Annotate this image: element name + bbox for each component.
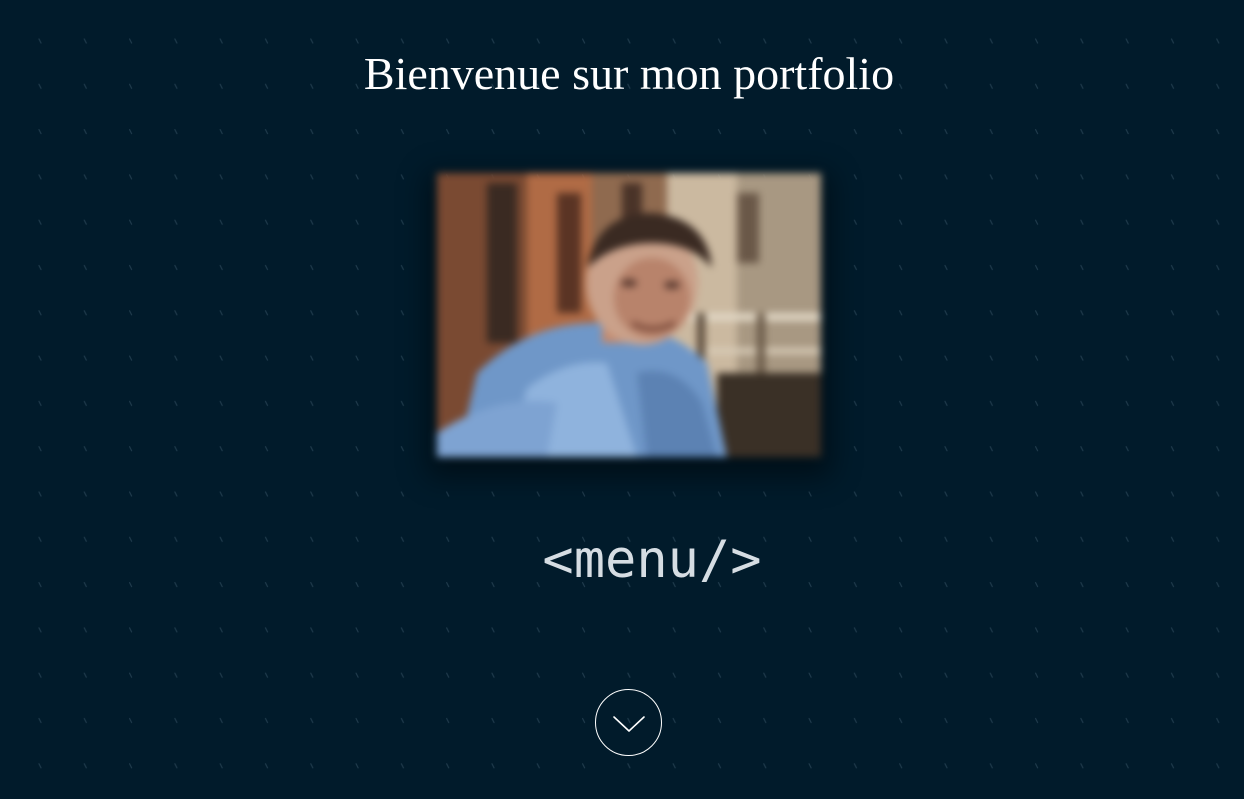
profile-photo bbox=[437, 173, 821, 457]
scroll-down-button[interactable] bbox=[595, 689, 662, 756]
page-title: Bienvenue sur mon portfolio bbox=[363, 48, 895, 99]
menu-link[interactable]: <menu/> bbox=[0, 527, 1244, 593]
chevron-down-icon bbox=[612, 715, 645, 732]
